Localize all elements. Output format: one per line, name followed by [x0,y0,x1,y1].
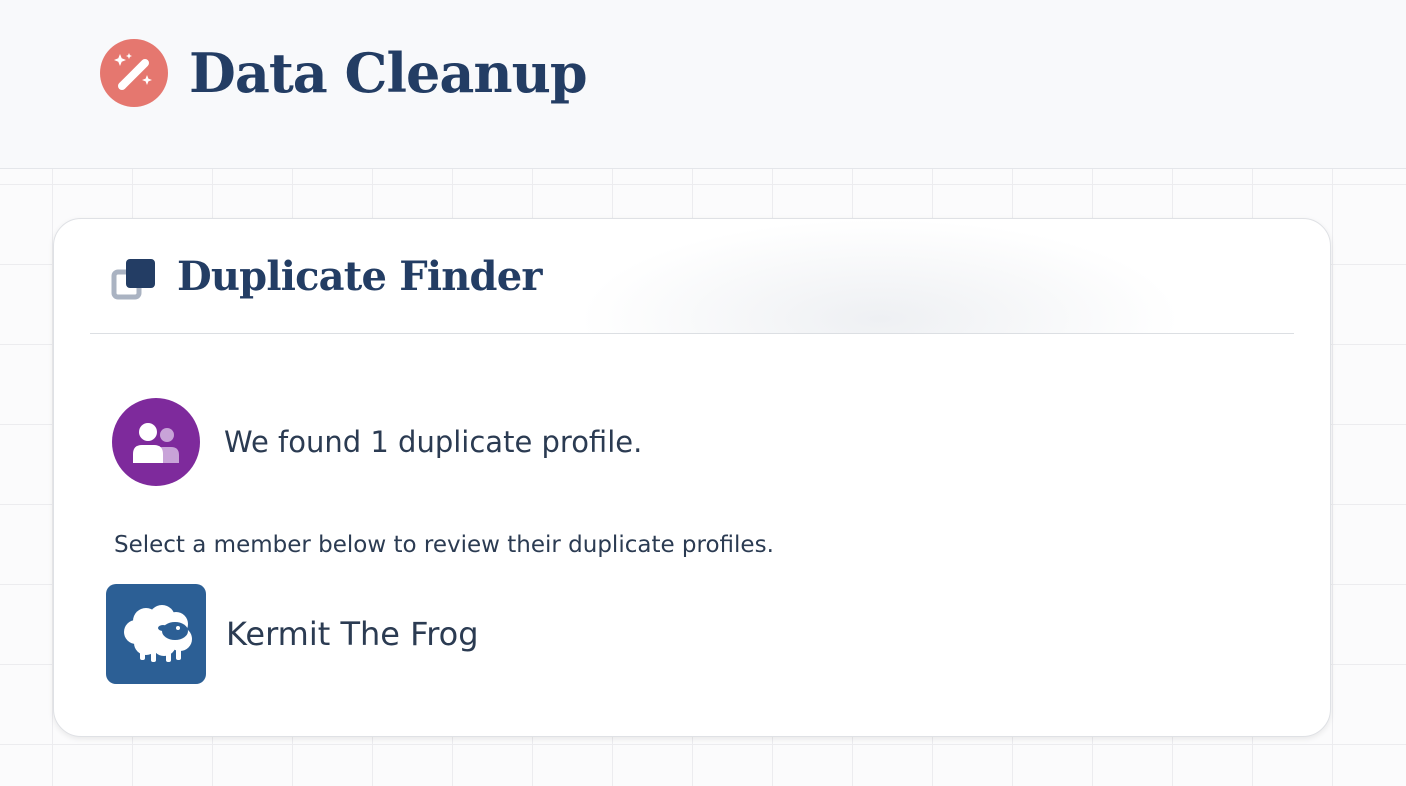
duplicate-count-text: We found 1 duplicate profile. [224,425,643,459]
page-title: Data Cleanup [189,41,588,105]
app-header: Data Cleanup [0,0,1406,169]
duplicate-squares-icon [111,259,155,300]
member-list-item[interactable]: Kermit The Frog [106,584,706,684]
magic-wand-icon [100,39,168,107]
sheep-icon [106,584,206,684]
instruction-text: Select a member below to review their du… [114,532,774,558]
people-group-icon [112,398,200,486]
card-title: Duplicate Finder [177,253,542,300]
duplicate-finder-card: Duplicate Finder We found 1 duplicate pr… [53,218,1331,737]
card-header: Duplicate Finder [90,219,1294,334]
member-name: Kermit The Frog [226,615,479,653]
